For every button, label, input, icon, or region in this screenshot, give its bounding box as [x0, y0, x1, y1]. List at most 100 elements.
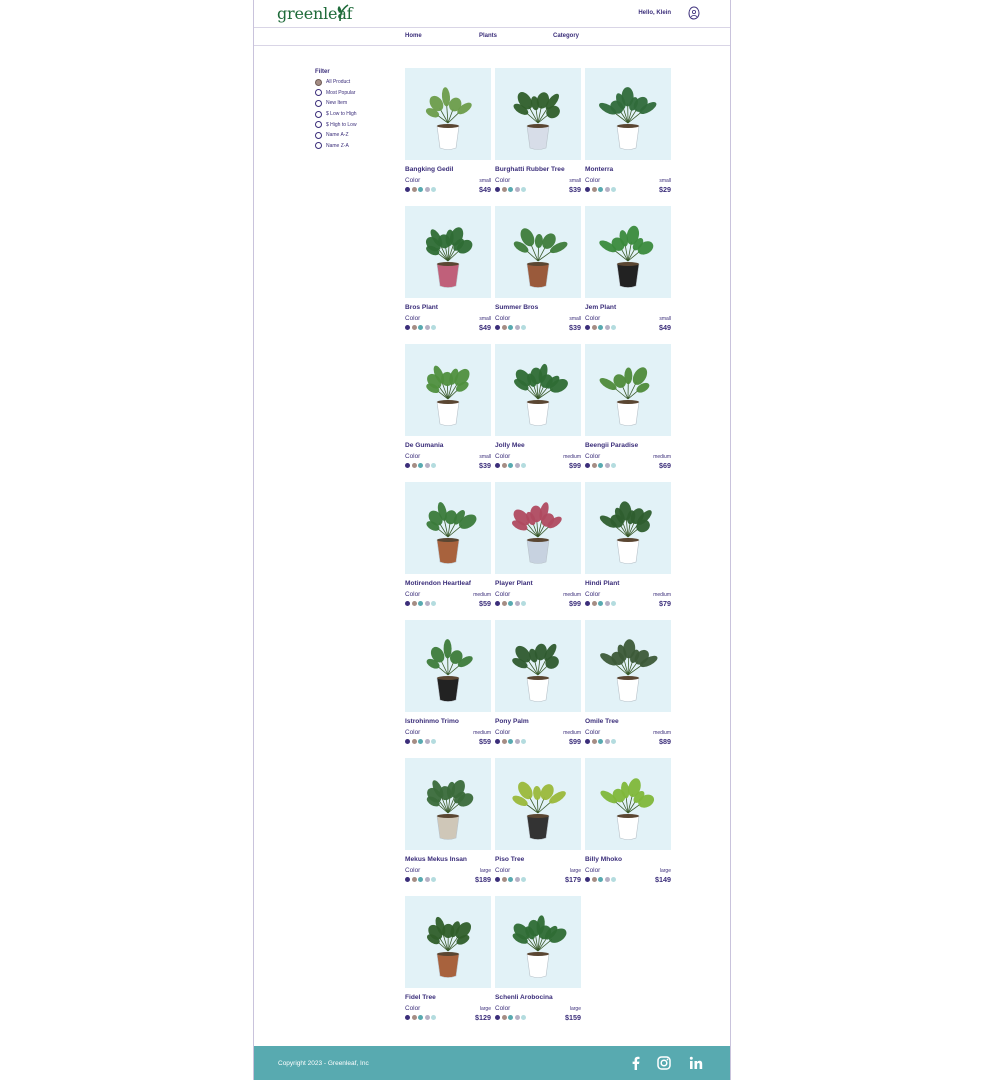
color-swatch[interactable] — [431, 325, 437, 330]
product-image[interactable] — [495, 896, 581, 988]
color-swatch[interactable] — [598, 325, 604, 330]
color-swatch[interactable] — [495, 739, 500, 744]
color-swatch[interactable] — [598, 463, 604, 468]
color-swatch[interactable] — [424, 463, 430, 468]
product-image[interactable] — [405, 206, 491, 298]
product-image[interactable] — [405, 68, 491, 160]
product-name[interactable]: Monterra — [585, 166, 613, 173]
color-swatch[interactable] — [508, 601, 514, 606]
color-swatch[interactable] — [501, 601, 507, 606]
product-name[interactable]: Istrohinmo Trimo — [405, 718, 459, 725]
color-swatch[interactable] — [508, 325, 514, 330]
filter-option[interactable]: All Product — [315, 77, 357, 88]
color-swatch[interactable] — [585, 877, 590, 882]
product-name[interactable]: Piso Tree — [495, 856, 524, 863]
color-swatch[interactable] — [405, 1015, 410, 1020]
color-swatch[interactable] — [508, 1015, 514, 1020]
color-swatch[interactable] — [598, 601, 604, 606]
color-swatch[interactable] — [424, 601, 430, 606]
color-swatch[interactable] — [611, 325, 617, 330]
product-card[interactable]: Istrohinmo Trimo Color medium $59 — [405, 620, 491, 758]
color-swatch[interactable] — [604, 877, 610, 882]
color-swatch[interactable] — [405, 739, 410, 744]
color-swatch[interactable] — [514, 187, 520, 192]
nav-category[interactable]: Category — [553, 33, 579, 39]
product-name[interactable]: Mekus Mekus Insan — [405, 856, 467, 863]
product-image[interactable] — [405, 344, 491, 436]
color-swatch[interactable] — [521, 877, 527, 882]
color-swatch[interactable] — [611, 739, 617, 744]
color-swatch[interactable] — [598, 739, 604, 744]
color-swatch[interactable] — [405, 601, 410, 606]
color-swatch[interactable] — [405, 187, 410, 192]
color-swatch[interactable] — [591, 739, 597, 744]
color-swatch[interactable] — [411, 601, 417, 606]
color-swatch[interactable] — [514, 739, 520, 744]
color-swatch[interactable] — [418, 877, 424, 882]
color-swatch[interactable] — [591, 463, 597, 468]
color-swatch[interactable] — [604, 325, 610, 330]
product-card[interactable]: Hindi Plant Color medium $79 — [585, 482, 671, 620]
product-name[interactable]: Summer Bros — [495, 304, 538, 311]
color-swatch[interactable] — [604, 187, 610, 192]
product-image[interactable] — [405, 482, 491, 574]
product-card[interactable]: Beengii Paradise Color medium $69 — [585, 344, 671, 482]
product-image[interactable] — [495, 206, 581, 298]
product-name[interactable]: Motirendon Heartleaf — [405, 580, 471, 587]
product-image[interactable] — [585, 620, 671, 712]
product-name[interactable]: Bangking Gedil — [405, 166, 453, 173]
color-swatch[interactable] — [431, 1015, 437, 1020]
color-swatch[interactable] — [418, 187, 424, 192]
color-swatch[interactable] — [521, 601, 527, 606]
product-name[interactable]: Jolly Mee — [495, 442, 525, 449]
color-swatch[interactable] — [501, 1015, 507, 1020]
color-swatch[interactable] — [424, 739, 430, 744]
color-swatch[interactable] — [514, 1015, 520, 1020]
color-swatch[interactable] — [411, 1015, 417, 1020]
radio-button[interactable] — [315, 78, 322, 86]
product-image[interactable] — [585, 482, 671, 574]
color-swatch[interactable] — [508, 739, 514, 744]
color-swatch[interactable] — [405, 877, 410, 882]
product-card[interactable]: Fidel Tree Color large $129 — [405, 896, 491, 1034]
color-swatch[interactable] — [501, 739, 507, 744]
filter-option[interactable]: New Item — [315, 98, 357, 109]
product-image[interactable] — [495, 344, 581, 436]
color-swatch[interactable] — [501, 463, 507, 468]
product-image[interactable] — [405, 758, 491, 850]
color-swatch[interactable] — [514, 877, 520, 882]
color-swatch[interactable] — [604, 601, 610, 606]
product-image[interactable] — [495, 68, 581, 160]
product-image[interactable] — [585, 344, 671, 436]
product-card[interactable]: Player Plant Color medium $99 — [495, 482, 581, 620]
color-swatch[interactable] — [431, 463, 437, 468]
color-swatch[interactable] — [604, 463, 610, 468]
product-card[interactable]: Bros Plant Color small $49 — [405, 206, 491, 344]
product-name[interactable]: Fidel Tree — [405, 994, 436, 1001]
color-swatch[interactable] — [514, 463, 520, 468]
color-swatch[interactable] — [411, 739, 417, 744]
facebook-icon[interactable] — [628, 1055, 644, 1071]
instagram-icon[interactable] — [656, 1055, 672, 1071]
product-name[interactable]: Player Plant — [495, 580, 533, 587]
product-name[interactable]: De Gumania — [405, 442, 443, 449]
product-name[interactable]: Billy Mhoko — [585, 856, 622, 863]
product-image[interactable] — [495, 482, 581, 574]
product-card[interactable]: Summer Bros Color small $39 — [495, 206, 581, 344]
color-swatch[interactable] — [411, 463, 417, 468]
product-card[interactable]: Schenli Arobocina Color large $159 — [495, 896, 581, 1034]
color-swatch[interactable] — [424, 1015, 430, 1020]
product-card[interactable]: Bangking Gedil Color small $49 — [405, 68, 491, 206]
radio-button[interactable] — [315, 89, 322, 97]
filter-option[interactable]: $ Low to High — [315, 109, 357, 120]
color-swatch[interactable] — [431, 877, 437, 882]
color-swatch[interactable] — [424, 187, 430, 192]
color-swatch[interactable] — [611, 601, 617, 606]
product-image[interactable] — [495, 758, 581, 850]
color-swatch[interactable] — [495, 187, 500, 192]
color-swatch[interactable] — [424, 877, 430, 882]
product-name[interactable]: Hindi Plant — [585, 580, 619, 587]
color-swatch[interactable] — [514, 601, 520, 606]
color-swatch[interactable] — [418, 463, 424, 468]
color-swatch[interactable] — [521, 187, 527, 192]
